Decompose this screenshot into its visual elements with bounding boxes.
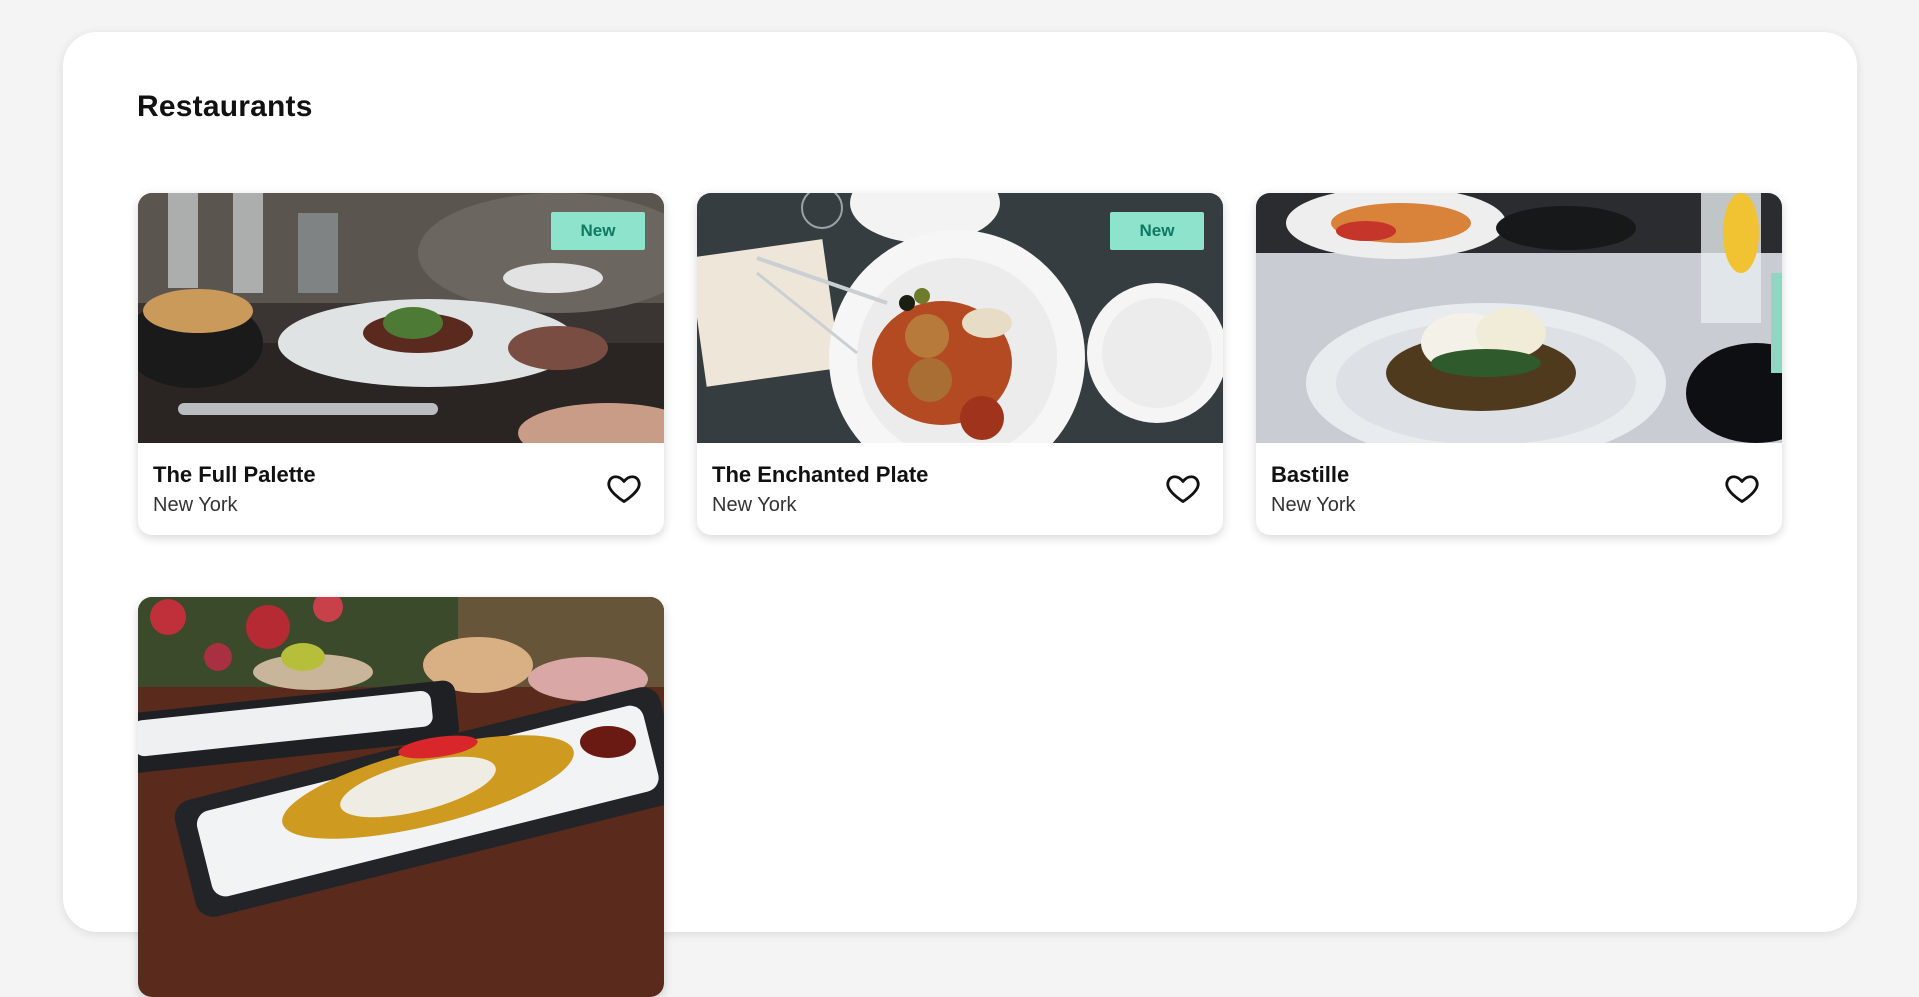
restaurant-photo: New xyxy=(138,193,664,443)
restaurant-city: New York xyxy=(153,494,238,516)
restaurant-card-bastille[interactable]: Bastille New York xyxy=(1256,193,1782,535)
heart-outline-icon[interactable] xyxy=(606,470,642,506)
new-badge: New xyxy=(551,212,645,250)
heart-outline-icon[interactable] xyxy=(1165,470,1201,506)
new-badge: New xyxy=(1110,212,1204,250)
restaurant-photo xyxy=(1256,193,1782,443)
restaurant-card-full-palette[interactable]: New The Full Palette New York xyxy=(138,193,664,535)
restaurant-city: New York xyxy=(1271,494,1356,516)
restaurant-name: The Enchanted Plate xyxy=(712,462,929,487)
restaurants-panel: Restaurants New The Full Palette New Yor… xyxy=(63,32,1857,997)
restaurant-card-enchanted-plate[interactable]: New The Enchanted Plate New York xyxy=(697,193,1223,535)
page-title: Restaurants xyxy=(137,90,313,123)
restaurant-city: New York xyxy=(712,494,797,516)
restaurant-photo: New xyxy=(697,193,1223,443)
heart-outline-icon[interactable] xyxy=(1724,470,1760,506)
restaurant-name: The Full Palette xyxy=(153,462,316,487)
restaurant-photo xyxy=(138,597,664,997)
restaurant-name: Bastille xyxy=(1271,462,1350,487)
restaurant-card-4[interactable] xyxy=(138,597,664,997)
